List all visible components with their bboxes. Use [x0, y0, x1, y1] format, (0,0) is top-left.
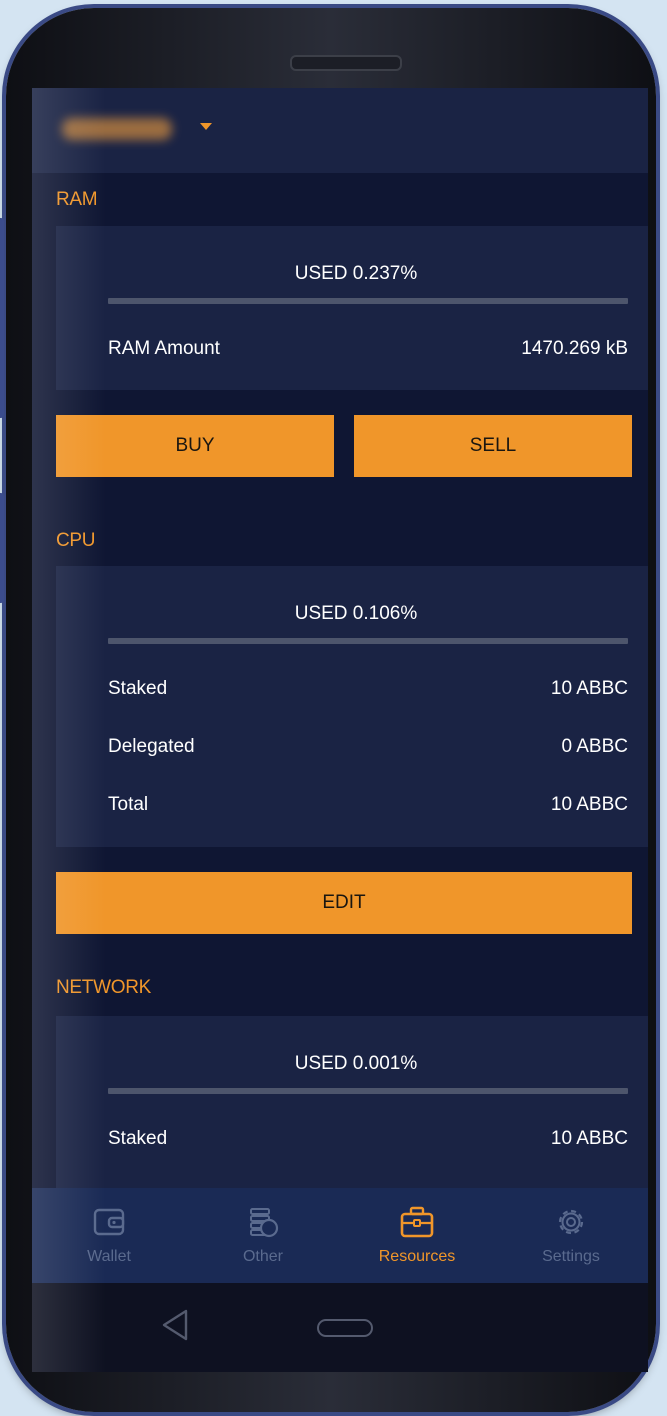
ram-used-text: USED 0.237% [294, 263, 418, 284]
ram-card: USED 0.237% RAM Amount 1470.269 kB [56, 226, 648, 390]
gear-icon [558, 1209, 584, 1235]
bottom-tab-bar: Wallet Other Resources Settings [32, 1188, 648, 1283]
edit-cpu-button[interactable]: EDIT [56, 872, 632, 934]
cpu-total-row: Total 10 ABBC [108, 794, 628, 822]
tab-wallet-label: Wallet [87, 1248, 131, 1265]
cpu-delegated-value: 0 ABBC [561, 736, 628, 757]
ram-amount-row: RAM Amount 1470.269 kB [108, 338, 628, 366]
cpu-delegated-row: Delegated 0 ABBC [108, 736, 628, 764]
tab-settings-label: Settings [542, 1248, 600, 1265]
ram-amount-value: 1470.269 kB [521, 338, 628, 359]
cpu-total-label: Total [108, 794, 149, 815]
cpu-card: USED 0.106% Staked 10 ABBC Delegated 0 A… [56, 566, 648, 847]
network-used-text: USED 0.001% [294, 1053, 418, 1074]
cpu-delegated-label: Delegated [108, 736, 195, 757]
network-staked-row: Staked 10 ABBC [108, 1128, 628, 1156]
ram-amount-label: RAM Amount [108, 338, 220, 359]
back-triangle-icon[interactable] [160, 1308, 190, 1342]
tab-other-label: Other [242, 1248, 283, 1265]
cpu-section-title: CPU [56, 530, 96, 551]
network-usage-bar [108, 1088, 628, 1094]
tab-settings[interactable]: Settings [494, 1188, 648, 1283]
account-name-blurred[interactable] [62, 118, 172, 140]
ram-section-title: RAM [56, 189, 98, 210]
tab-wallet[interactable]: Wallet [32, 1188, 186, 1283]
cpu-usage-bar [108, 638, 628, 644]
sell-ram-button[interactable]: SELL [354, 415, 632, 477]
cpu-total-value: 10 ABBC [550, 794, 628, 815]
tab-resources[interactable]: Resources [340, 1188, 494, 1283]
network-section-title: NETWORK [56, 977, 152, 998]
tab-other[interactable]: Other [186, 1188, 340, 1283]
earpiece-speaker [290, 55, 402, 71]
network-staked-label: Staked [108, 1128, 168, 1149]
tab-resources-label: Resources [378, 1248, 456, 1265]
home-pill-icon[interactable] [317, 1319, 373, 1337]
cpu-used-text: USED 0.106% [294, 603, 418, 624]
coins-icon [250, 1208, 279, 1238]
ram-usage-bar [108, 298, 628, 304]
wallet-icon [93, 1208, 125, 1236]
system-navigation-bar [32, 1283, 648, 1372]
bixby-button [0, 493, 4, 603]
network-staked-value: 10 ABBC [550, 1128, 628, 1149]
cpu-staked-row: Staked 10 ABBC [108, 678, 628, 706]
cpu-staked-label: Staked [108, 678, 168, 699]
app-screen: RAM USED 0.237% RAM Amount 1470.269 kB B… [32, 88, 648, 1372]
buy-ram-button[interactable]: BUY [56, 415, 334, 477]
volume-button [0, 218, 4, 418]
briefcase-icon [400, 1206, 434, 1238]
cpu-staked-value: 10 ABBC [550, 678, 628, 699]
caret-down-icon[interactable] [200, 123, 212, 130]
header-bar [32, 88, 648, 173]
phone-frame: RAM USED 0.237% RAM Amount 1470.269 kB B… [0, 8, 656, 1412]
